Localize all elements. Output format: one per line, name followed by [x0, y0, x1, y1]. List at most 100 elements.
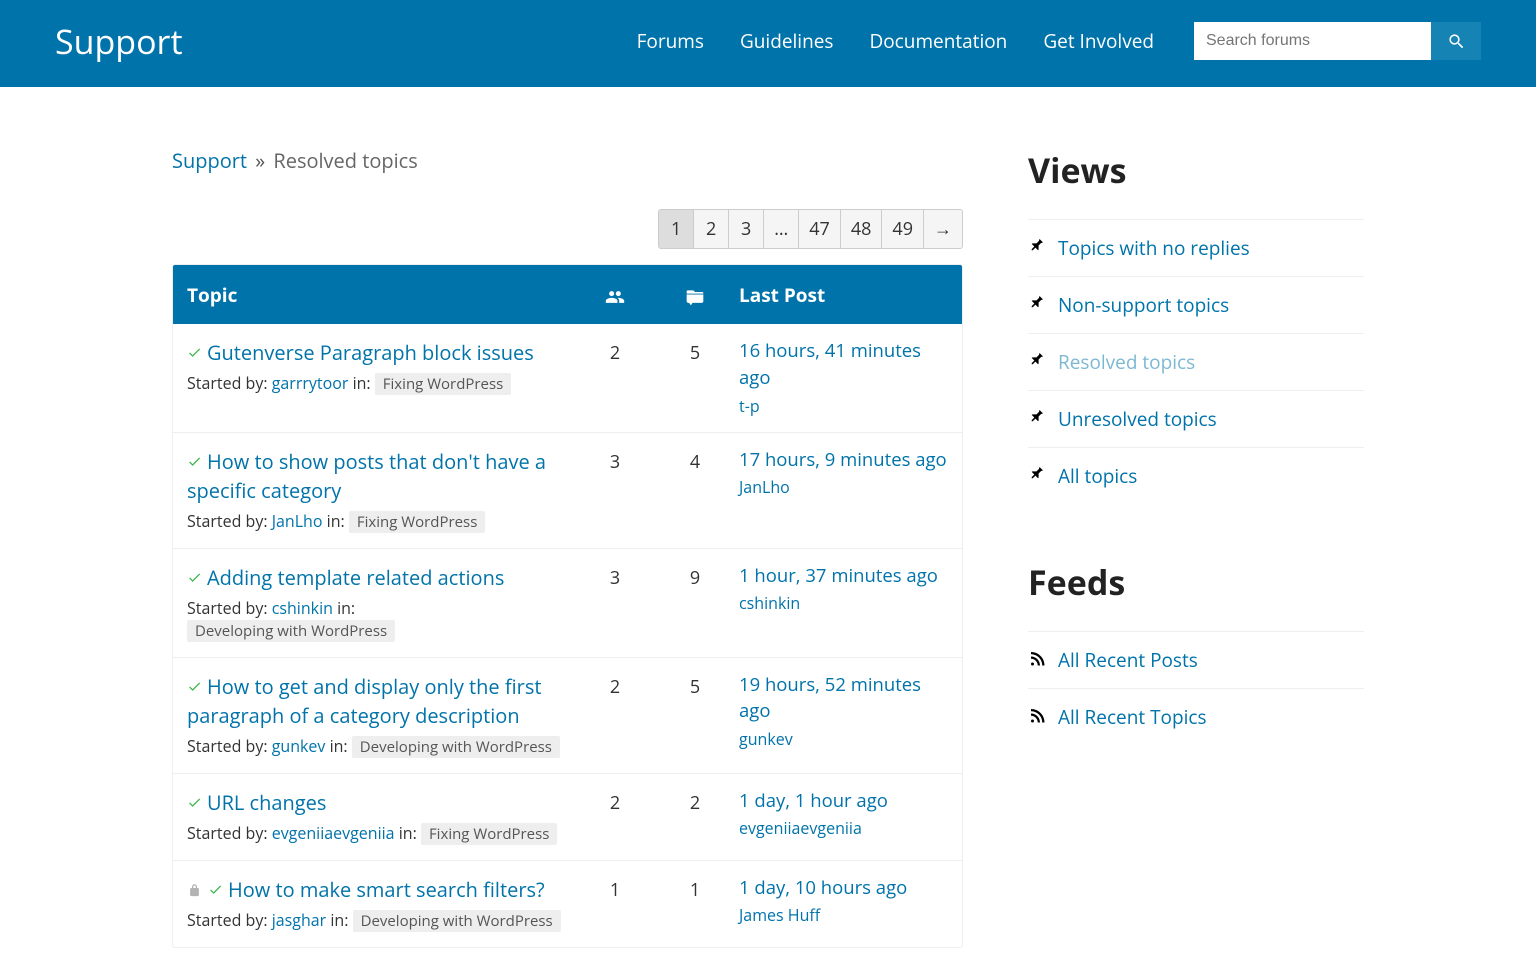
resolved-check-icon	[187, 563, 202, 592]
resolved-check-icon	[187, 788, 202, 817]
resolved-check-icon	[187, 447, 202, 476]
view-link[interactable]: All topics	[1058, 463, 1137, 489]
lastpost-cell: 1 day, 10 hours ago James Huff	[735, 875, 950, 927]
nav-guidelines[interactable]: Guidelines	[740, 28, 834, 54]
views-list: Topics with no replies Non-support topics…	[1028, 219, 1364, 504]
view-item: Non-support topics	[1028, 276, 1364, 333]
lastpost-cell: 1 day, 1 hour ago evgeniiaevgeniia	[735, 788, 950, 840]
view-link[interactable]: Unresolved topics	[1058, 406, 1217, 432]
replies-count: 5	[655, 672, 735, 699]
feed-link[interactable]: All Recent Posts	[1058, 647, 1198, 673]
replies-count: 4	[655, 447, 735, 474]
forum-tag[interactable]: Developing with WordPress	[352, 736, 560, 758]
lastpost-cell: 1 hour, 37 minutes ago cshinkin	[735, 563, 950, 615]
search-button[interactable]	[1431, 22, 1481, 60]
topic-title-link[interactable]: How to show posts that don't have a spec…	[187, 448, 546, 504]
topic-title-link[interactable]: How to make smart search filters?	[228, 876, 545, 903]
view-item: Unresolved topics	[1028, 390, 1364, 447]
feeds-heading: Feeds	[1028, 559, 1364, 605]
lastpost-cell: 16 hours, 41 minutes ago t-p	[735, 338, 950, 417]
lastpost-user-link[interactable]: James Huff	[739, 904, 950, 926]
topic-author-link[interactable]: gunkev	[272, 735, 326, 757]
lastpost-time-link[interactable]: 19 hours, 52 minutes ago	[739, 672, 921, 724]
pin-icon	[1028, 406, 1046, 432]
view-item: Resolved topics	[1028, 333, 1364, 390]
lock-icon	[187, 875, 202, 904]
search-input[interactable]	[1194, 22, 1431, 60]
topic-title-link[interactable]: Adding template related actions	[207, 564, 504, 591]
rss-icon	[1028, 704, 1046, 730]
lastpost-time-link[interactable]: 1 day, 1 hour ago	[739, 788, 888, 813]
forum-tag[interactable]: Developing with WordPress	[187, 620, 395, 642]
pagination: 123…474849→	[172, 209, 963, 249]
pagination-page[interactable]: 48	[840, 209, 883, 249]
pagination-next[interactable]: →	[923, 209, 963, 249]
topic-author-link[interactable]: JanLho	[272, 510, 323, 532]
lastpost-time-link[interactable]: 1 hour, 37 minutes ago	[739, 563, 938, 588]
voices-count: 1	[575, 875, 655, 902]
topic-author-link[interactable]: jasghar	[272, 909, 326, 931]
nav-documentation[interactable]: Documentation	[869, 28, 1007, 54]
lastpost-cell: 19 hours, 52 minutes ago gunkev	[735, 672, 950, 751]
topic-title-link[interactable]: Gutenverse Paragraph block issues	[207, 339, 534, 366]
lastpost-user-link[interactable]: gunkev	[739, 728, 950, 750]
topic-author-link[interactable]: evgeniiaevgeniia	[272, 822, 395, 844]
pagination-page[interactable]: 49	[881, 209, 924, 249]
pagination-page[interactable]: 3	[728, 209, 764, 249]
replies-count: 1	[655, 875, 735, 902]
pin-icon	[1028, 292, 1046, 318]
resolved-check-icon	[187, 338, 202, 367]
lastpost-time-link[interactable]: 16 hours, 41 minutes ago	[739, 338, 921, 390]
topic-table: Topic Last Post Gutenverse Paragraph blo…	[172, 264, 963, 948]
view-link[interactable]: Resolved topics	[1058, 349, 1195, 375]
pagination-page[interactable]: 1	[658, 209, 694, 249]
view-item: All topics	[1028, 447, 1364, 504]
lastpost-time-link[interactable]: 1 day, 10 hours ago	[739, 875, 907, 900]
view-link[interactable]: Topics with no replies	[1058, 235, 1250, 261]
pin-icon	[1028, 235, 1046, 261]
feed-link[interactable]: All Recent Topics	[1058, 704, 1207, 730]
lastpost-user-link[interactable]: JanLho	[739, 476, 950, 498]
pagination-page[interactable]: 2	[693, 209, 729, 249]
col-header-voices	[575, 281, 655, 308]
pagination-page[interactable]: 47	[798, 209, 841, 249]
topic-meta: Started by: evgeniiaevgeniia in: Fixing …	[187, 822, 563, 845]
view-item: Topics with no replies	[1028, 219, 1364, 276]
topic-meta: Started by: jasghar in: Developing with …	[187, 909, 563, 932]
breadcrumb-root[interactable]: Support	[172, 147, 247, 174]
forum-tag[interactable]: Fixing WordPress	[375, 373, 511, 395]
forum-tag[interactable]: Fixing WordPress	[421, 823, 557, 845]
nav-get-involved[interactable]: Get Involved	[1043, 28, 1154, 54]
nav-forums[interactable]: Forums	[637, 28, 704, 54]
lastpost-user-link[interactable]: evgeniiaevgeniia	[739, 817, 950, 839]
replies-count: 9	[655, 563, 735, 590]
topic-title-link[interactable]: How to get and display only the first pa…	[187, 673, 541, 729]
voices-count: 3	[575, 447, 655, 474]
replies-count: 2	[655, 788, 735, 815]
table-row: How to show posts that don't have a spec…	[173, 432, 962, 548]
table-row: Gutenverse Paragraph block issues Started…	[173, 324, 962, 432]
voices-count: 3	[575, 563, 655, 590]
voices-count: 2	[575, 672, 655, 699]
topic-meta: Started by: gunkev in: Developing with W…	[187, 735, 563, 758]
rss-icon	[1028, 647, 1046, 673]
topic-meta: Started by: JanLho in: Fixing WordPress	[187, 510, 563, 533]
lastpost-user-link[interactable]: t-p	[739, 395, 950, 417]
forum-tag[interactable]: Fixing WordPress	[349, 511, 485, 533]
topic-title-link[interactable]: URL changes	[207, 789, 326, 816]
table-row: Adding template related actionsStarted b…	[173, 548, 962, 657]
lastpost-user-link[interactable]: cshinkin	[739, 592, 950, 614]
site-header: Support Forums Guidelines Documentation …	[0, 0, 1536, 87]
forum-tag[interactable]: Developing with WordPress	[353, 910, 561, 932]
page-title[interactable]: Support	[55, 18, 183, 64]
pin-icon	[1028, 349, 1046, 375]
pagination-ellipsis: …	[763, 209, 799, 249]
breadcrumb-current: Resolved topics	[273, 147, 417, 174]
topic-author-link[interactable]: cshinkin	[272, 597, 333, 619]
topic-meta: Started by: garrrytoor in: Fixing WordPr…	[187, 372, 563, 395]
topic-author-link[interactable]: garrrytoor	[272, 372, 349, 394]
lastpost-time-link[interactable]: 17 hours, 9 minutes ago	[739, 447, 947, 472]
table-row: How to get and display only the first pa…	[173, 657, 962, 773]
view-link[interactable]: Non-support topics	[1058, 292, 1229, 318]
topic-table-header: Topic Last Post	[173, 265, 962, 324]
